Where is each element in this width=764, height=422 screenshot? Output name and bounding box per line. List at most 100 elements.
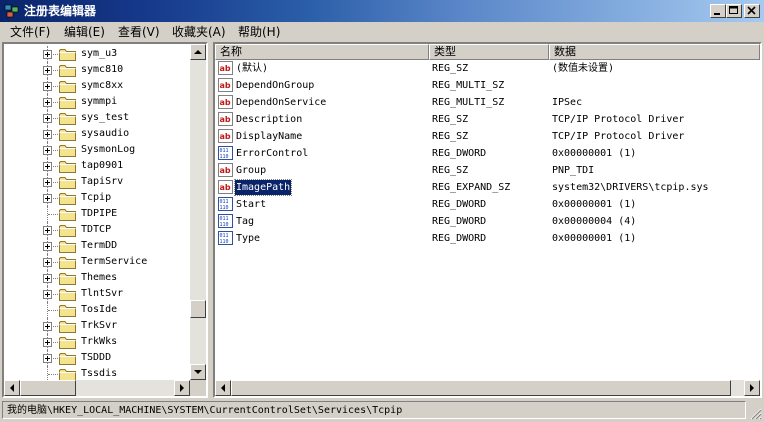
tree-item[interactable]: tap0901 <box>4 158 190 174</box>
tree-item[interactable]: Themes <box>4 270 190 286</box>
values-scroll-left-button[interactable] <box>215 380 231 396</box>
folder-icon <box>59 65 76 77</box>
tree-item-label: SysmonLog <box>81 144 136 155</box>
menu-bar: 文件(F) 编辑(E) 查看(V) 收藏夹(A) 帮助(H) <box>0 22 764 42</box>
key-tree-pane[interactable]: sym_u3 symc810 symc8xx symmpi sys_test sysaud… <box>2 42 208 398</box>
expand-plus-icon[interactable] <box>43 338 52 347</box>
expand-plus-icon[interactable] <box>43 114 52 123</box>
folder-icon <box>59 49 76 61</box>
tree-item-label: TrkWks <box>81 336 118 347</box>
value-row[interactable]: ab ImagePath REG_EXPAND_SZ system32\DRIVERS… <box>215 179 760 196</box>
expand-plus-icon[interactable] <box>43 66 52 75</box>
expand-plus-icon[interactable] <box>43 130 52 139</box>
values-horizontal-scroll-thumb[interactable] <box>231 380 731 396</box>
tree-item[interactable]: TrkSvr <box>4 318 190 334</box>
expand-plus-icon[interactable] <box>43 290 52 299</box>
tree-item[interactable]: TlntSvr <box>4 286 190 302</box>
tree-item[interactable]: TermDD <box>4 238 190 254</box>
tree-scroll-left-button[interactable] <box>4 380 20 396</box>
tree-scroll-right-button[interactable] <box>174 380 190 396</box>
tree-item[interactable]: TapiSrv <box>4 174 190 190</box>
value-row[interactable]: ab DisplayName REG_SZ TCP/IP Protocol Drive… <box>215 128 760 145</box>
title-bar[interactable]: 注册表编辑器 <box>0 0 764 22</box>
expand-plus-icon[interactable] <box>43 146 52 155</box>
column-header-name[interactable]: 名称 <box>215 44 429 60</box>
value-row[interactable]: ab DependOnGroup REG_MULTI_SZ <box>215 77 760 94</box>
value-type: REG_MULTI_SZ <box>432 97 505 108</box>
tree-scroll-down-button[interactable] <box>190 364 206 380</box>
scroll-corner <box>190 380 206 396</box>
svg-text:ab: ab <box>220 81 231 90</box>
menu-file[interactable]: 文件(F) <box>10 25 50 39</box>
folder-icon <box>59 145 76 157</box>
value-row[interactable]: ab (默认) REG_SZ (数值未设置) <box>215 60 760 77</box>
expand-plus-icon[interactable] <box>43 322 52 331</box>
value-row[interactable]: ab Group REG_SZ PNP_TDI <box>215 162 760 179</box>
expand-plus-icon[interactable] <box>43 226 52 235</box>
tree-item-label: Tcpip <box>81 192 112 203</box>
tree-item[interactable]: TermService <box>4 254 190 270</box>
value-row[interactable]: ab DependOnService REG_MULTI_SZ IPSec <box>215 94 760 111</box>
value-name: Group <box>236 165 267 176</box>
value-row[interactable]: 011 110 Type REG_DWORD 0x00000001 (1) <box>215 230 760 247</box>
expand-plus-icon[interactable] <box>43 178 52 187</box>
tree-item[interactable]: TosIde <box>4 302 190 318</box>
tree-item-label: TlntSvr <box>81 288 124 299</box>
menu-help[interactable]: 帮助(H) <box>238 25 280 39</box>
tree-vertical-scrollbar[interactable] <box>190 44 206 380</box>
window-title: 注册表编辑器 <box>24 4 97 18</box>
expand-plus-icon[interactable] <box>43 274 52 283</box>
values-horizontal-scrollbar[interactable] <box>215 380 760 396</box>
expand-plus-icon[interactable] <box>43 194 52 203</box>
value-row[interactable]: 011 110 Start REG_DWORD 0x00000001 (1) <box>215 196 760 213</box>
tree-item[interactable]: sym_u3 <box>4 46 190 62</box>
value-row[interactable]: ab Description REG_SZ TCP/IP Protocol Drive… <box>215 111 760 128</box>
value-row[interactable]: 011 110 ErrorControl REG_DWORD 0x00000001 (1… <box>215 145 760 162</box>
tree-vertical-scroll-thumb[interactable] <box>190 300 206 318</box>
column-header-data[interactable]: 数据 <box>549 44 760 60</box>
expand-plus-icon[interactable] <box>43 258 52 267</box>
tree-item[interactable]: TSDDD <box>4 350 190 366</box>
value-name: Tag <box>236 216 255 227</box>
expand-plus-icon[interactable] <box>43 354 52 363</box>
tree-horizontal-scrollbar[interactable] <box>4 380 190 396</box>
tree-scroll-up-button[interactable] <box>190 44 206 60</box>
menu-edit[interactable]: 编辑(E) <box>64 25 105 39</box>
expand-plus-icon[interactable] <box>43 98 52 107</box>
resize-grip-icon[interactable] <box>748 406 762 420</box>
tree-item[interactable]: sysaudio <box>4 126 190 142</box>
arrow-left-icon <box>221 384 225 392</box>
expand-plus-icon[interactable] <box>43 162 52 171</box>
dword-value-icon: 011110 <box>218 197 233 211</box>
expand-plus-icon[interactable] <box>43 50 52 59</box>
tree-item[interactable]: Tcpip <box>4 190 190 206</box>
tree-item[interactable]: symmpi <box>4 94 190 110</box>
tree-item[interactable]: symc8xx <box>4 78 190 94</box>
value-row[interactable]: 011 110 Tag REG_DWORD 0x00000004 (4) <box>215 213 760 230</box>
tree-horizontal-scroll-thumb[interactable] <box>20 380 76 396</box>
tree-item[interactable]: sys_test <box>4 110 190 126</box>
folder-icon <box>59 289 76 301</box>
tree-item[interactable]: TDTCP <box>4 222 190 238</box>
value-type: REG_SZ <box>432 114 469 125</box>
expand-plus-icon[interactable] <box>43 82 52 91</box>
minimize-button[interactable] <box>710 4 726 18</box>
string-value-icon: ab <box>218 163 233 177</box>
tree-item-label: Tssdis <box>81 368 118 379</box>
tree-item-label: TDTCP <box>81 224 112 235</box>
tree-item[interactable]: SysmonLog <box>4 142 190 158</box>
svg-text:ab: ab <box>220 166 231 175</box>
menu-favorites[interactable]: 收藏夹(A) <box>172 25 226 39</box>
close-button[interactable] <box>744 4 760 18</box>
values-list-pane[interactable]: 名称 类型 数据 ab (默认) REG_SZ (数值未设置) ab DependOnGr… <box>213 42 762 398</box>
tree-item[interactable]: symc810 <box>4 62 190 78</box>
column-header-type[interactable]: 类型 <box>429 44 549 60</box>
values-scroll-right-button[interactable] <box>744 380 760 396</box>
tree-item[interactable]: TrkWks <box>4 334 190 350</box>
tree-item[interactable]: TDPIPE <box>4 206 190 222</box>
maximize-button[interactable] <box>726 4 742 18</box>
expand-plus-icon[interactable] <box>43 242 52 251</box>
svg-text:ab: ab <box>220 98 231 107</box>
minimize-icon <box>714 13 720 15</box>
menu-view[interactable]: 查看(V) <box>118 25 160 39</box>
